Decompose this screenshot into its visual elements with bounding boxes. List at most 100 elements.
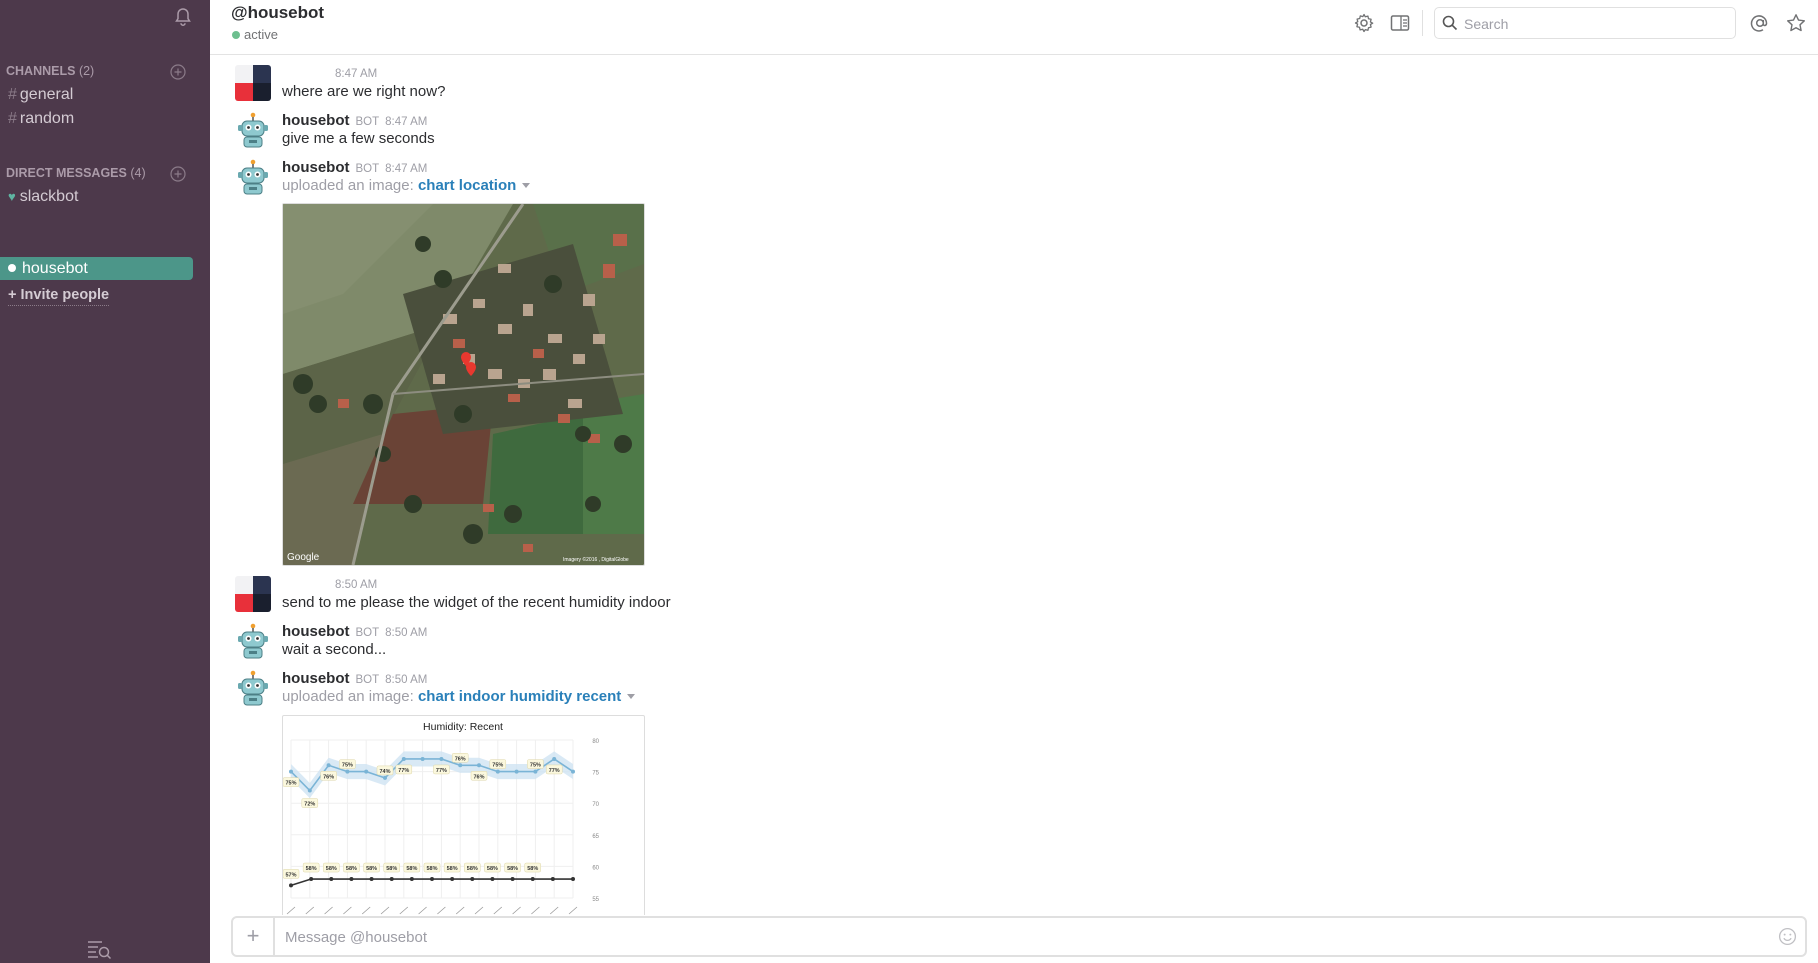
message-author[interactable]: housebot xyxy=(282,670,350,687)
chart-data-label: 76% xyxy=(320,771,337,781)
gear-icon[interactable] xyxy=(1354,13,1374,33)
message-timestamp[interactable]: 8:50 AM xyxy=(385,627,427,639)
add-attachment-button[interactable]: + xyxy=(233,918,275,955)
bot-badge: BOT xyxy=(355,116,380,128)
message-composer: + xyxy=(231,916,1807,957)
chart-xtick xyxy=(343,906,352,915)
sidebar-item-housebot[interactable]: housebot xyxy=(0,257,193,280)
file-link-chart-location[interactable]: chart location xyxy=(418,177,516,194)
chart-point xyxy=(420,756,425,761)
direct-messages-header[interactable]: DIRECT MESSAGES (4) xyxy=(6,166,146,180)
chart-xtick xyxy=(418,906,427,915)
chart-point xyxy=(430,877,434,882)
chart-xtick xyxy=(549,906,559,915)
chart-data-label-text: 76% xyxy=(473,774,484,780)
heart-icon: ♥ xyxy=(8,189,16,204)
add-channel-icon[interactable] xyxy=(170,64,186,80)
message-header: housebot BOT 8:47 AM xyxy=(282,159,427,176)
chart-point xyxy=(401,756,406,761)
chart-data-label: 58% xyxy=(403,862,421,873)
chart-point xyxy=(514,769,519,774)
chart-data-label: 58% xyxy=(343,862,360,873)
chart-xtick xyxy=(305,906,315,915)
search-input[interactable] xyxy=(1462,12,1726,36)
chart-data-label: 72% xyxy=(301,798,319,808)
chart-xtick xyxy=(361,906,371,915)
message-text: wait a second... xyxy=(282,641,387,658)
chart-data-label: 58% xyxy=(363,862,380,873)
message-author[interactable]: housebot xyxy=(282,159,350,176)
emoji-icon[interactable] xyxy=(1778,927,1797,946)
message-list[interactable]: 8:47 AM where are we right now? housebot… xyxy=(210,55,1818,915)
chart-data-label: 58% xyxy=(484,862,501,873)
chart-point xyxy=(307,788,312,793)
sidebar-item-slackbot[interactable]: ♥ slackbot xyxy=(8,188,78,206)
invite-people-link[interactable]: + Invite people xyxy=(8,287,110,306)
chart-xtick xyxy=(474,906,484,915)
robot-avatar-icon[interactable] xyxy=(235,623,271,659)
sidebar-item-label: slackbot xyxy=(19,188,79,205)
avatar[interactable] xyxy=(235,576,271,612)
chart-ytick: 75 xyxy=(592,771,599,777)
sidebar-item-label: random xyxy=(19,110,75,127)
chart-point xyxy=(530,877,535,882)
chart-data-label-text: 57% xyxy=(285,872,296,878)
chart-data-label: 75% xyxy=(283,777,300,787)
quick-switcher-icon[interactable] xyxy=(86,938,112,960)
toggle-sidebar-icon[interactable] xyxy=(1390,13,1410,33)
message-header: 8:47 AM xyxy=(335,65,377,80)
bell-icon[interactable] xyxy=(172,6,194,28)
chart-data-label-text: 58% xyxy=(426,866,437,872)
robot-avatar-icon[interactable] xyxy=(235,670,271,706)
message-timestamp[interactable]: 8:47 AM xyxy=(335,68,377,80)
upload-prefix: uploaded an image: xyxy=(282,688,418,705)
message-input[interactable] xyxy=(283,925,1747,949)
chart-point xyxy=(369,877,374,882)
header-divider xyxy=(1422,10,1423,36)
message-header: housebot BOT 8:50 AM xyxy=(282,670,427,687)
message-author[interactable]: housebot xyxy=(282,623,350,640)
chart-data-label-text: 58% xyxy=(487,866,498,872)
message-timestamp[interactable]: 8:47 AM xyxy=(385,163,427,175)
chart-data-label: 58% xyxy=(443,862,461,873)
presence-dot-icon xyxy=(8,264,16,272)
mentions-at-icon[interactable] xyxy=(1750,13,1770,33)
channels-header[interactable]: CHANNELS (2) xyxy=(6,64,94,78)
message-author[interactable]: housebot xyxy=(282,112,350,129)
chart-data-label: 75% xyxy=(527,759,544,769)
humidity-chart-image[interactable]: Humidity: Recent 55 60 65 70 75 80 75% 72% 76% 7… xyxy=(282,715,645,915)
chart-data-label-text: 76% xyxy=(455,756,466,762)
sidebar-item-random[interactable]: # random xyxy=(8,110,74,128)
chart-title: Humidity: Recent xyxy=(423,721,503,733)
search-box[interactable] xyxy=(1434,7,1736,39)
file-link-chart-humidity[interactable]: chart indoor humidity recent xyxy=(418,688,621,705)
chart-point xyxy=(289,883,293,888)
channel-title[interactable]: @housebot xyxy=(231,3,324,23)
message-timestamp[interactable]: 8:50 AM xyxy=(335,579,377,591)
upload-text: uploaded an image: chart location xyxy=(282,177,531,194)
message-timestamp[interactable]: 8:47 AM xyxy=(385,116,427,128)
chart-data-label-text: 58% xyxy=(507,866,518,872)
chevron-down-icon[interactable] xyxy=(627,694,636,699)
chart-data-label: 76% xyxy=(470,771,488,781)
chart-ytick: 65 xyxy=(592,834,599,840)
chart-point xyxy=(552,756,557,761)
sidebar-item-general[interactable]: # general xyxy=(8,86,73,104)
avatar[interactable] xyxy=(235,65,271,101)
chart-point xyxy=(383,775,387,780)
chart-data-label: 75% xyxy=(339,759,356,769)
add-dm-icon[interactable] xyxy=(170,166,186,182)
chart-data-label-text: 74% xyxy=(379,769,390,775)
robot-avatar-icon[interactable] xyxy=(235,159,271,195)
message-header: housebot BOT 8:50 AM xyxy=(282,623,427,640)
chevron-down-icon[interactable] xyxy=(522,183,531,188)
star-icon[interactable] xyxy=(1786,13,1806,33)
robot-avatar-icon[interactable] xyxy=(235,112,271,148)
message-text: send to me please the widget of the rece… xyxy=(282,594,671,611)
map-image[interactable]: Google Imagery ©2016 , DigitalGlobe xyxy=(282,203,645,566)
chart-ytick: 70 xyxy=(592,802,599,808)
chart-xtick xyxy=(455,906,465,915)
message-timestamp[interactable]: 8:50 AM xyxy=(385,674,427,686)
chart-data-label-text: 58% xyxy=(386,866,397,872)
chart-data-label: 58% xyxy=(423,862,441,873)
